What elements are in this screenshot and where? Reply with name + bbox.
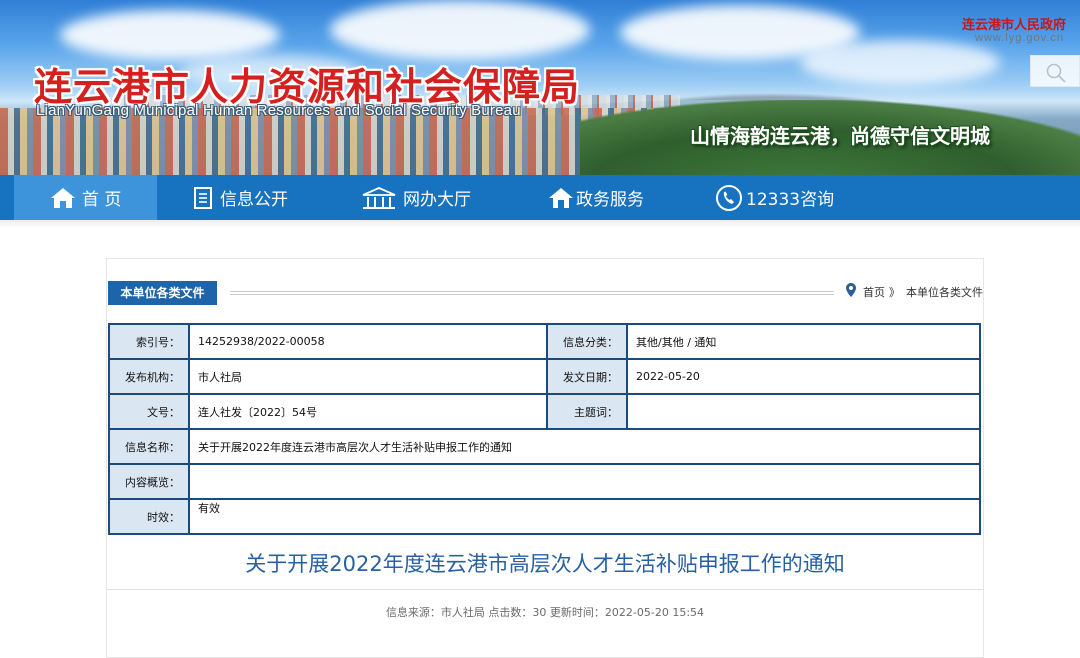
city-government-link[interactable]: 连云港市人民政府 bbox=[962, 14, 1066, 33]
summary-label: 内容概览： bbox=[110, 465, 188, 498]
nav-item-info-disclosure[interactable]: 信息公开 bbox=[192, 175, 342, 220]
breadcrumb: 首页 》 本单位各类文件 bbox=[846, 283, 987, 300]
doc-number-value: 连人社发〔2022〕54号 bbox=[190, 395, 546, 428]
home-icon bbox=[50, 186, 76, 210]
document-meta-table: 索引号： 14252938/2022-00058 信息分类： 其他/其他 / 通… bbox=[108, 323, 981, 535]
phone-icon bbox=[715, 184, 743, 212]
nav-item-label: 网办大厅 bbox=[403, 190, 471, 210]
section-divider bbox=[230, 291, 834, 295]
index-value: 14252938/2022-00058 bbox=[190, 325, 546, 358]
info-name-label: 信息名称： bbox=[110, 430, 188, 463]
search-button[interactable] bbox=[1030, 55, 1080, 87]
nav-item-label: 12333咨询 bbox=[746, 190, 835, 210]
date-label: 发文日期： bbox=[548, 360, 626, 393]
document-icon bbox=[192, 186, 214, 210]
building-icon bbox=[361, 186, 397, 210]
summary-value bbox=[190, 465, 979, 498]
category-value: 其他/其他 / 通知 bbox=[628, 325, 979, 358]
publisher-value: 市人社局 bbox=[190, 360, 546, 393]
index-label: 索引号： bbox=[110, 325, 188, 358]
site-slogan: 山情海韵连云港，尚德守信文明城 bbox=[690, 124, 990, 148]
date-value: 2022-05-20 bbox=[628, 360, 979, 393]
publisher-label: 发布机构： bbox=[110, 360, 188, 393]
table-row: 信息名称： 关于开展2022年度连云港市高层次人才生活补贴申报工作的通知 bbox=[110, 430, 979, 463]
subject-value bbox=[628, 395, 979, 428]
breadcrumb-separator: 》 bbox=[889, 285, 900, 299]
nav-item-label: 政务服务 bbox=[576, 190, 644, 210]
city-government-url[interactable]: www.lyg.gov.cn bbox=[975, 32, 1064, 44]
table-row: 文号： 连人社发〔2022〕54号 主题词： bbox=[110, 395, 979, 428]
validity-label: 时效： bbox=[110, 500, 188, 533]
location-pin-icon bbox=[846, 283, 856, 300]
table-row: 发布机构： 市人社局 发文日期： 2022-05-20 bbox=[110, 360, 979, 393]
title-divider bbox=[106, 589, 984, 590]
site-subtitle: LianYunGang Municipal Human Resources an… bbox=[36, 102, 521, 119]
validity-value: 有效 bbox=[190, 500, 979, 533]
breadcrumb-current-link[interactable]: 本单位各类文件 bbox=[906, 284, 983, 300]
category-label: 信息分类： bbox=[548, 325, 626, 358]
nav-item-label: 首 页 bbox=[82, 190, 122, 210]
nav-item-gov-services[interactable]: 政务服务 bbox=[548, 175, 698, 220]
cloud-decoration bbox=[330, 0, 590, 60]
table-row: 内容概览： bbox=[110, 465, 979, 498]
cloud-decoration bbox=[60, 10, 280, 60]
article-info-line: 信息来源：市人社局 点击数：30 更新时间：2022-05-20 15:54 bbox=[385, 606, 705, 619]
nav-item-label: 信息公开 bbox=[220, 190, 288, 210]
nav-item-12333-consult[interactable]: 12333咨询 bbox=[715, 175, 875, 220]
table-row: 索引号： 14252938/2022-00058 信息分类： 其他/其他 / 通… bbox=[110, 325, 979, 358]
section-tag: 本单位各类文件 bbox=[108, 281, 217, 305]
nav-item-online-hall[interactable]: 网办大厅 bbox=[361, 175, 511, 220]
cloud-decoration bbox=[800, 40, 1000, 85]
search-icon bbox=[1046, 63, 1066, 83]
header-banner: 连云港市人力资源和社会保障局 LianYunGang Municipal Hum… bbox=[0, 0, 1080, 175]
info-name-value: 关于开展2022年度连云港市高层次人才生活补贴申报工作的通知 bbox=[190, 430, 979, 463]
nav-item-home[interactable]: 首 页 bbox=[14, 175, 157, 220]
article-title: 关于开展2022年度连云港市高层次人才生活补贴申报工作的通知 bbox=[245, 552, 845, 576]
breadcrumb-home-link[interactable]: 首页 bbox=[863, 284, 885, 300]
doc-number-label: 文号： bbox=[110, 395, 188, 428]
subject-label: 主题词： bbox=[548, 395, 626, 428]
main-nav: 首 页 信息公开 网办大厅 政务服务 12333咨询 bbox=[0, 175, 1080, 220]
nav-shadow bbox=[0, 220, 1080, 228]
table-row: 时效： 有效 bbox=[110, 500, 979, 533]
house-hand-icon bbox=[548, 186, 574, 210]
